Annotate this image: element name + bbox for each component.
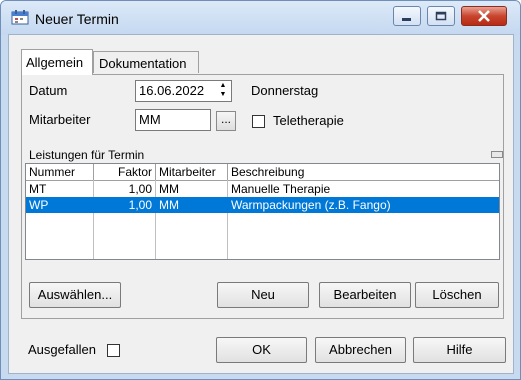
cell-beschreibung: Manuelle Therapie [231,182,331,196]
window-title: Neuer Termin [35,11,119,27]
cell-beschreibung: Warmpackungen (z.B. Fango) [231,198,391,212]
mitarbeiter-field[interactable]: MM [135,109,211,131]
dialog-client-area: Allgemein Dokumentation Datum 16.06.2022… [8,34,514,374]
tab-dokumentation[interactable]: Dokumentation [93,51,199,73]
title-bar[interactable]: Neuer Termin [1,1,520,35]
spin-up-icon[interactable]: ▲ [215,81,231,90]
table-row[interactable]: MT 1,00 MM Manuelle Therapie [26,181,499,197]
minimize-button[interactable] [393,6,421,26]
abbrechen-button[interactable]: Abbrechen [315,337,406,363]
cell-faktor: 1,00 [128,198,152,212]
close-button[interactable] [461,6,507,26]
ausgefallen-label: Ausgefallen [28,342,96,357]
calendar-icon [11,10,29,25]
hilfe-button[interactable]: Hilfe [413,337,506,363]
maximize-button[interactable] [427,6,455,26]
table-row-selected[interactable]: WP 1,00 MM Warmpackungen (z.B. Fango) [26,197,499,213]
leistungen-table[interactable]: Nummer Faktor Mitarbeiter Beschreibung M… [25,163,500,260]
ok-button[interactable]: OK [216,337,307,363]
cell-mitarbeiter: MM [159,182,179,196]
column-header-faktor[interactable]: Faktor [94,164,156,180]
cell-mitarbeiter: MM [159,198,179,212]
dialog-window: Neuer Termin Allgemein Dokumentation Dat… [0,0,521,380]
teletherapie-checkbox[interactable] [252,115,265,128]
cell-nummer: WP [29,198,49,212]
column-header-mitarbeiter[interactable]: Mitarbeiter [156,164,228,180]
column-header-beschreibung[interactable]: Beschreibung [228,164,499,180]
auswaehlen-button[interactable]: Auswählen... [29,282,121,308]
datum-spinner[interactable]: ▲ ▼ [215,81,231,101]
tab-panel-allgemein: Datum 16.06.2022 ▲ ▼ Donnerstag Mitarbei… [21,74,504,319]
maximize-icon [435,11,447,21]
cell-faktor: 1,00 [128,182,152,196]
spin-down-icon[interactable]: ▼ [215,90,231,99]
loeschen-button[interactable]: Löschen [415,282,499,308]
datum-label: Datum [29,83,68,98]
column-header-nummer[interactable]: Nummer [26,164,94,180]
expand-handle[interactable] [491,151,503,158]
leistungen-label: Leistungen für Termin [29,148,145,162]
minimize-icon [402,18,411,21]
ausgefallen-checkbox[interactable] [107,344,120,357]
tab-allgemein[interactable]: Allgemein [21,49,93,75]
close-icon [478,10,490,22]
neu-button[interactable]: Neu [217,282,309,308]
teletherapie-label: Teletherapie [273,113,344,128]
bearbeiten-button[interactable]: Bearbeiten [319,282,411,308]
weekday-label: Donnerstag [251,83,319,98]
browse-mitarbeiter-button[interactable]: ... [216,111,236,131]
mitarbeiter-label: Mitarbeiter [29,112,91,127]
mitarbeiter-value: MM [139,112,161,127]
cell-nummer: MT [29,182,47,196]
datum-value: 16.06.2022 [139,83,205,98]
table-header: Nummer Faktor Mitarbeiter Beschreibung [26,164,499,181]
